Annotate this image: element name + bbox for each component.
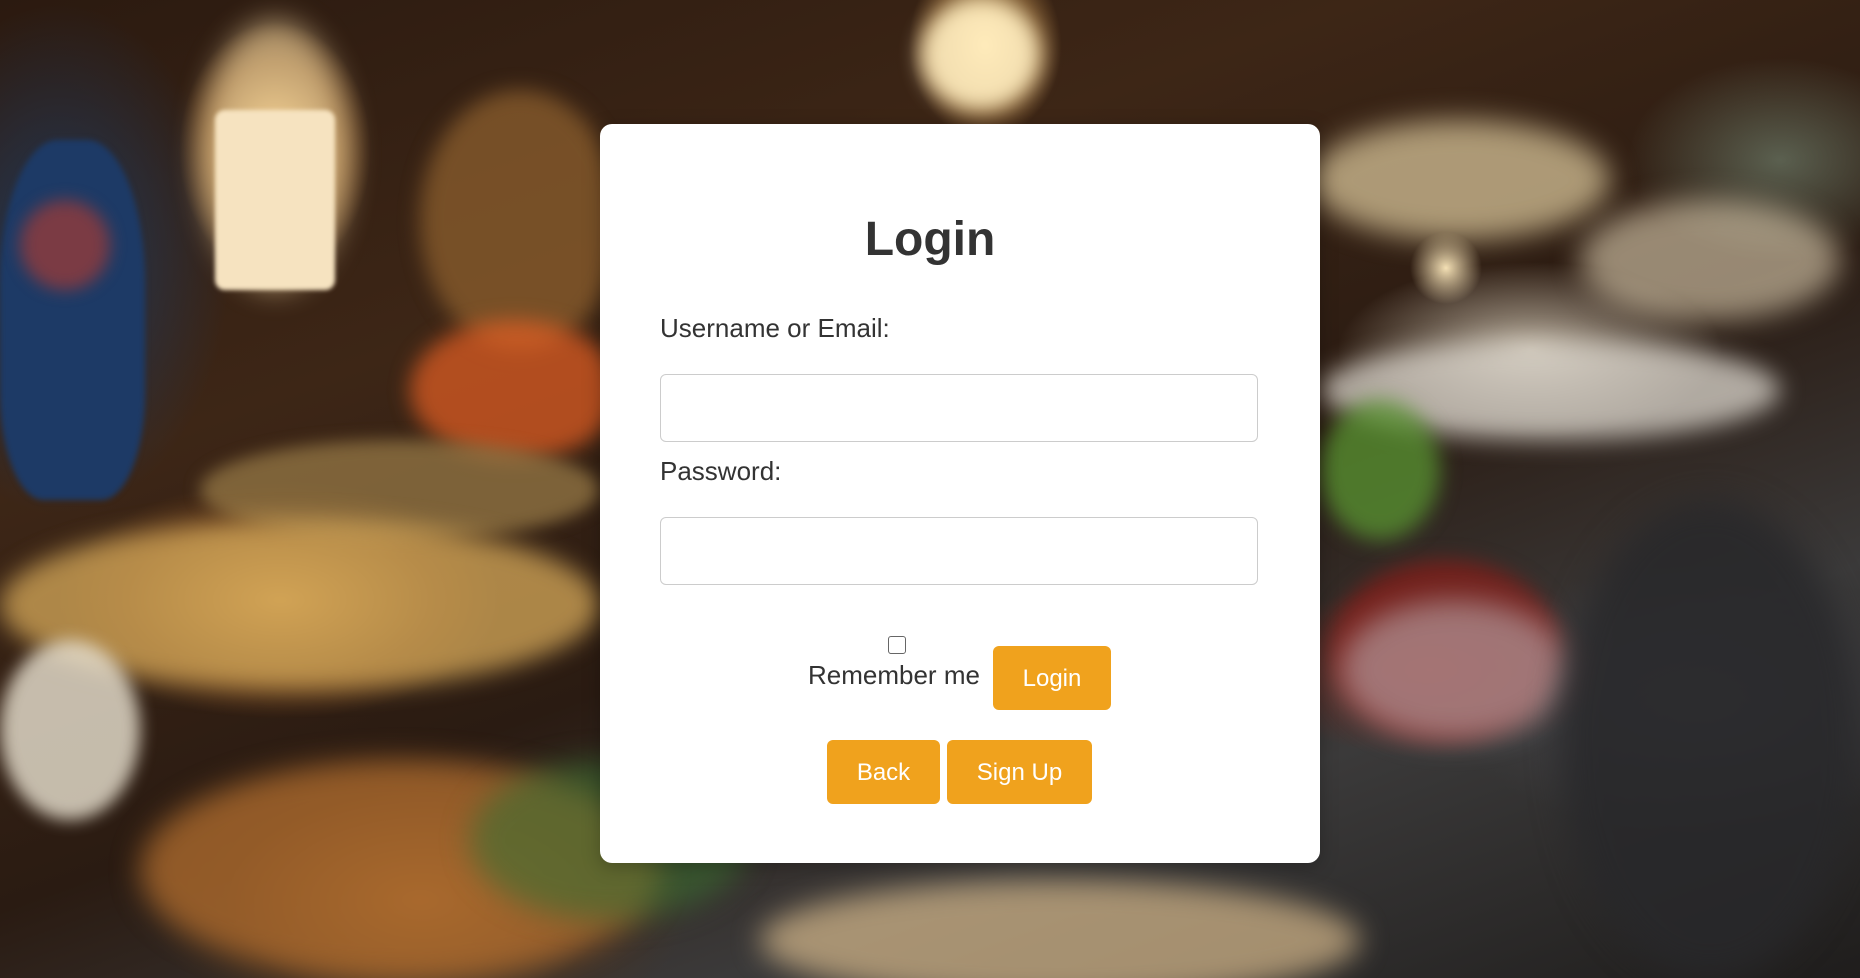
sign-up-button[interactable]: Sign Up bbox=[947, 740, 1092, 804]
remember-me-checkbox[interactable] bbox=[888, 636, 906, 654]
login-button[interactable]: Login bbox=[993, 646, 1111, 710]
page-title: Login bbox=[864, 213, 996, 266]
password-input[interactable] bbox=[660, 517, 1258, 585]
back-button[interactable]: Back bbox=[827, 740, 940, 804]
password-label: Password: bbox=[660, 456, 782, 486]
remember-me-label: Remember me bbox=[808, 660, 980, 690]
username-label: Username or Email: bbox=[660, 313, 890, 343]
username-input[interactable] bbox=[660, 374, 1258, 442]
